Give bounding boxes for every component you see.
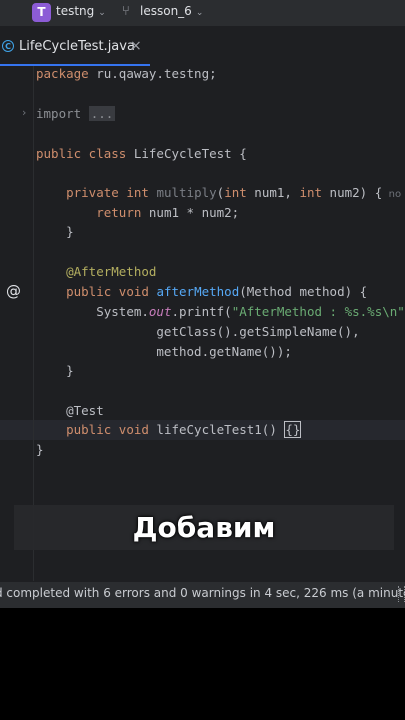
branch-name: lesson_6 [140, 4, 192, 18]
project-selector[interactable]: testng ⌄ [56, 4, 106, 18]
tab-label: LifeCycleTest.java [19, 39, 135, 54]
code-line-import: import ... [36, 104, 116, 124]
project-badge-icon[interactable]: T [32, 3, 51, 22]
code-line-class-close: } [36, 442, 44, 457]
code-line-close-brace: } [36, 224, 74, 239]
method-name: multiply [156, 185, 217, 200]
return-expr: num1 * num2; [141, 205, 240, 220]
keyword: void [111, 422, 149, 437]
code-line-return: return num1 * num2; [36, 203, 239, 223]
keyword: package [36, 66, 89, 81]
git-branch-icon: ⑂ [122, 4, 130, 19]
keyword: import [36, 106, 82, 121]
code-line-class: public class LifeCycleTest { [36, 144, 247, 164]
keyword: public [66, 422, 112, 437]
at-icon[interactable]: @ [6, 282, 21, 300]
code-line-close-brace: } [36, 363, 74, 378]
package-name: ru.qaway.testng; [88, 66, 217, 81]
editor-tabs: C LifeCycleTest.java × [0, 26, 405, 66]
param: num1, [246, 185, 300, 200]
chevron-down-icon: ⌄ [98, 8, 106, 18]
code-line-aftermethod: public void afterMethod(Method method) { [36, 282, 367, 302]
static-field: out [148, 304, 172, 319]
string-literal: "AfterMethod : %s.%s\n" [231, 304, 405, 319]
status-bar: d completed with 6 errors and 0 warnings… [0, 581, 405, 608]
chevron-down-icon: ⌄ [195, 8, 204, 18]
keyword: int [299, 185, 323, 200]
method-decl: lifeCycleTest1() [148, 422, 285, 437]
code-editor[interactable]: › @ package ru.qaway.testng; import ... … [0, 66, 405, 581]
printf-call: .printf( [171, 304, 232, 319]
branch-selector[interactable]: lesson_6 ⌄ [140, 4, 203, 18]
keyword: public [36, 146, 82, 161]
code-line-printf: System.out.printf("AfterMethod : %s.%s\n… [36, 302, 405, 322]
code-line-getname: method.getName()); [36, 344, 292, 359]
code-line-multiply: private int multiply(int num1, int num2)… [36, 183, 405, 203]
class-icon: C [2, 40, 14, 52]
system-ref: System. [96, 304, 149, 319]
status-bar-handle[interactable] [398, 586, 405, 602]
keyword: public [66, 284, 112, 299]
caption-overlay: Добавим [14, 505, 394, 550]
code-line-test-annotation: @Test [36, 403, 104, 418]
keyword: int [126, 185, 149, 200]
code-line-test-method: public void lifeCycleTest1() {} [36, 420, 302, 440]
usage-hint: no us [388, 189, 405, 200]
code-line-package: package ru.qaway.testng; [36, 64, 217, 84]
params: (Method method) { [239, 284, 368, 299]
chevron-right-icon[interactable]: › [22, 106, 26, 119]
project-name: testng [56, 4, 95, 18]
keyword: return [96, 205, 142, 220]
keyword: void [111, 284, 149, 299]
close-icon[interactable]: × [130, 38, 142, 54]
param: num2) { [322, 185, 383, 200]
class-decl: LifeCycleTest { [126, 146, 247, 161]
gutter-divider [33, 66, 34, 581]
ide-window: T testng ⌄ ⑂ lesson_6 ⌄ C LifeCycleTest.ja… [0, 0, 405, 608]
main-toolbar: T testng ⌄ ⑂ lesson_6 ⌄ [0, 0, 405, 26]
method-name: afterMethod [156, 284, 240, 299]
keyword: int [224, 185, 247, 200]
code-line-getclass: getClass().getSimpleName(), [36, 324, 360, 339]
text-caret[interactable]: {} [284, 421, 302, 438]
caption-text: Добавим [132, 511, 276, 544]
import-fold[interactable]: ... [88, 106, 116, 121]
build-status-text[interactable]: d completed with 6 errors and 0 warnings… [0, 586, 405, 600]
tab-lifecycletest[interactable]: C LifeCycleTest.java × [0, 26, 150, 66]
keyword: class [81, 146, 127, 161]
keyword: private [66, 185, 119, 200]
code-line-aftermethod-annotation: @AfterMethod [36, 264, 157, 279]
